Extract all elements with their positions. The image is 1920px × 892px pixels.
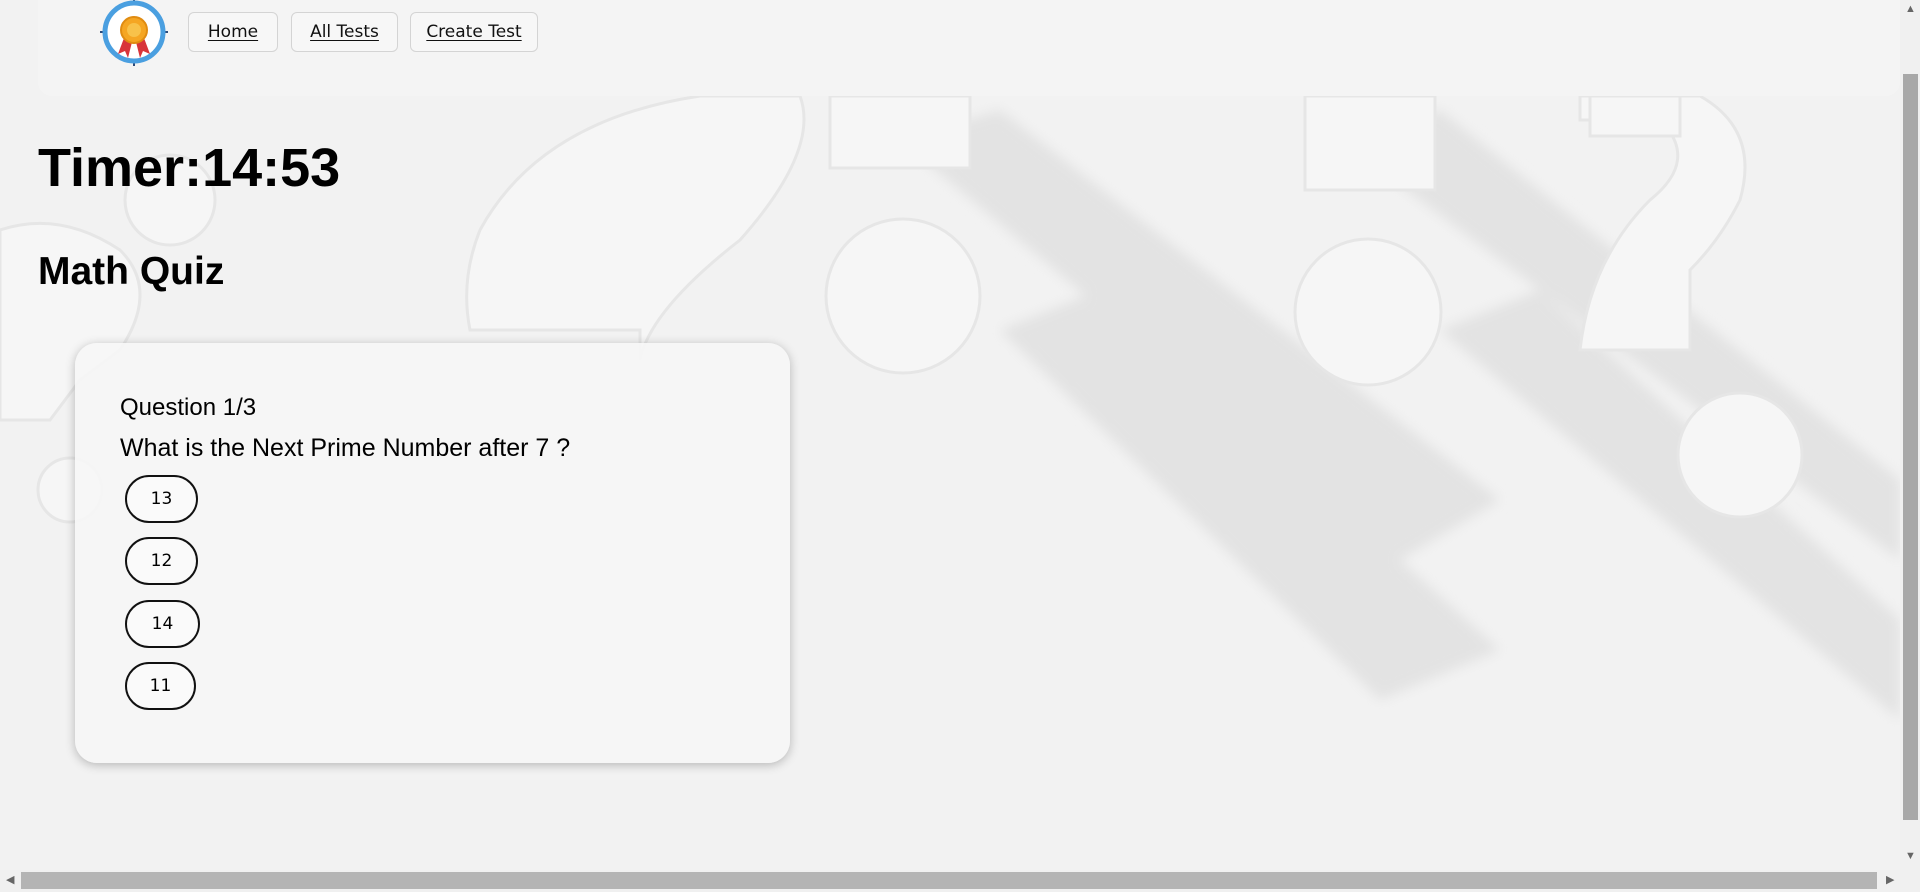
question-counter: Question 1/3 bbox=[120, 394, 257, 421]
quiz-title: Math Quiz bbox=[38, 250, 225, 293]
vertical-scrollbar[interactable]: ▲ ▼ bbox=[1900, 0, 1920, 870]
nav-all-tests-link[interactable]: All Tests bbox=[291, 12, 398, 52]
horizontal-scrollbar[interactable]: ◀ ▶ bbox=[0, 870, 1920, 892]
answer-option[interactable]: 11 bbox=[125, 662, 196, 710]
chevron-left-icon[interactable]: ◀ bbox=[6, 875, 14, 886]
nav-create-test-link[interactable]: Create Test bbox=[410, 12, 538, 52]
chevron-up-icon[interactable]: ▲ bbox=[1905, 4, 1916, 15]
vertical-scroll-thumb[interactable] bbox=[1903, 74, 1918, 820]
answer-option[interactable]: 14 bbox=[125, 600, 200, 648]
answer-option[interactable]: 13 bbox=[125, 475, 198, 523]
quiz-timer: Timer:14:53 bbox=[38, 137, 340, 199]
timer-value: 14:53 bbox=[202, 138, 341, 198]
chevron-down-icon[interactable]: ▼ bbox=[1905, 851, 1916, 862]
question-text: What is the Next Prime Number after 7 ? bbox=[120, 434, 571, 462]
chevron-right-icon[interactable]: ▶ bbox=[1886, 875, 1894, 886]
answer-option[interactable]: 12 bbox=[125, 537, 198, 585]
question-card: Question 1/3 What is the Next Prime Numb… bbox=[75, 343, 790, 763]
top-navbar: Home All Tests Create Test bbox=[38, 0, 1900, 96]
nav-home-link[interactable]: Home bbox=[188, 12, 278, 52]
timer-label: Timer: bbox=[38, 138, 203, 198]
horizontal-scroll-thumb[interactable] bbox=[21, 872, 1877, 889]
award-badge-logo[interactable] bbox=[98, 0, 170, 66]
